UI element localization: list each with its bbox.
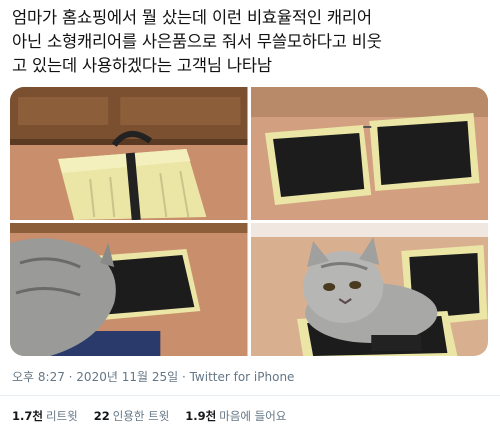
tweet-line: 고 있는데 사용하겠다는 고객님 나타남 — [12, 56, 272, 75]
quotes-stat[interactable]: 22 인용한 트윗 — [94, 408, 170, 424]
tweet-time[interactable]: 오후 8:27 — [12, 370, 65, 384]
tweet-stats: 1.7천 리트윗 22 인용한 트윗 1.9천 마음에 들어요 — [12, 408, 286, 424]
tweet-date[interactable]: 2020년 11월 25일 — [76, 370, 178, 384]
divider — [0, 395, 500, 396]
likes-count: 1.9천 — [185, 409, 217, 423]
tweet-line: 아닌 소형캐리어를 사은품으로 줘서 무쓸모하다고 비웃 — [12, 32, 382, 51]
tweet-line: 엄마가 홈쇼핑에서 뭘 샀는데 이런 비효율적인 캐리어 — [12, 8, 372, 27]
retweets-stat[interactable]: 1.7천 리트윗 — [12, 408, 78, 424]
tweet-meta: 오후 8:27 · 2020년 11월 25일 · Twitter for iP… — [12, 368, 294, 385]
photo-suitcase-closed[interactable] — [10, 87, 248, 220]
quotes-count: 22 — [93, 409, 110, 423]
photo-suitcase-open[interactable] — [250, 87, 488, 220]
separator: · — [64, 370, 77, 384]
retweets-count: 1.7천 — [12, 409, 43, 423]
likes-stat[interactable]: 1.9천 마음에 들어요 — [185, 408, 286, 424]
likes-label: 마음에 들어요 — [219, 409, 287, 423]
photo-cat-peeking[interactable] — [10, 223, 248, 356]
retweets-label: 리트윗 — [45, 409, 78, 423]
media-grid — [10, 87, 488, 356]
photo-cat-in-suitcase[interactable] — [250, 223, 488, 356]
separator: · — [178, 370, 190, 384]
quotes-label: 인용한 트윗 — [112, 409, 170, 423]
tweet-text: 엄마가 홈쇼핑에서 뭘 샀는데 이런 비효율적인 캐리어 아닌 소형캐리어를 사… — [12, 6, 492, 78]
tweet-source[interactable]: Twitter for iPhone — [190, 370, 295, 384]
